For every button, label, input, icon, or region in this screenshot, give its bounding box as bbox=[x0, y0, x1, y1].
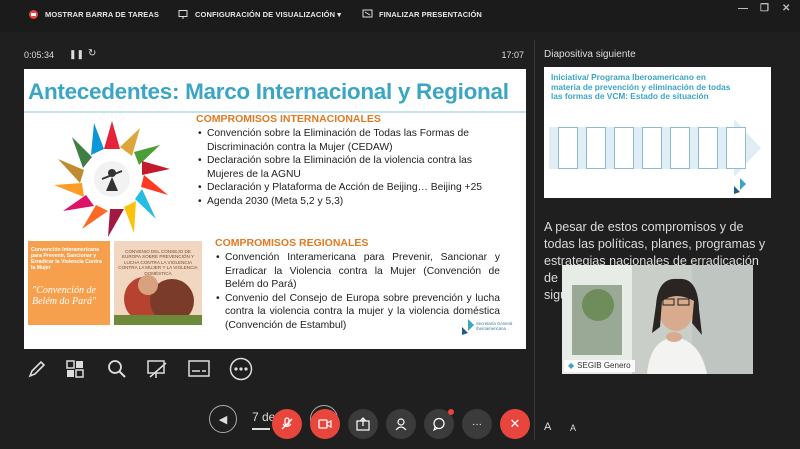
more-call-options-button[interactable]: ··· bbox=[462, 409, 492, 439]
increase-font-button[interactable]: A bbox=[544, 421, 551, 433]
end-slideshow-icon bbox=[362, 9, 373, 20]
pen-tool-icon[interactable] bbox=[24, 356, 50, 382]
reset-timer-icon[interactable]: ↻ bbox=[88, 48, 96, 59]
chat-bubble-icon bbox=[433, 417, 445, 431]
panel-divider bbox=[534, 40, 535, 440]
pointer-options-icon[interactable] bbox=[144, 356, 170, 382]
subtitles-icon[interactable] bbox=[186, 356, 212, 382]
participant-name-tag: ◆ SEGIB Genero bbox=[564, 360, 635, 372]
end-presentation-label: FINALIZAR PRESENTACIÓN bbox=[379, 10, 482, 19]
presenter-toolbar: MOSTRAR BARRA DE TAREAS CONFIGURACIÓN DE… bbox=[0, 0, 800, 32]
camera-off-icon bbox=[318, 419, 332, 429]
timeline-step bbox=[558, 127, 578, 169]
timeline-step bbox=[614, 127, 634, 169]
camera-button[interactable] bbox=[310, 409, 340, 439]
slide-counter-underline bbox=[252, 428, 270, 430]
timeline-step bbox=[726, 127, 746, 169]
show-taskbar-label: MOSTRAR BARRA DE TAREAS bbox=[45, 10, 159, 19]
elapsed-time: 0:05:34 bbox=[24, 50, 55, 60]
webcam-feed-image bbox=[562, 265, 753, 374]
current-slide[interactable]: Antecedentes: Marco Internacional y Regi… bbox=[24, 69, 526, 349]
share-screen-button[interactable] bbox=[348, 409, 378, 439]
list-item: Agenda 2030 (Meta 5,2 y 5,3) bbox=[198, 195, 498, 209]
monitor-settings-icon bbox=[178, 9, 189, 20]
timeline-step bbox=[698, 127, 718, 169]
display-settings-button[interactable]: CONFIGURACIÓN DE VISUALIZACIÓN ▾ bbox=[178, 9, 341, 20]
end-presentation-button[interactable]: FINALIZAR PRESENTACIÓN bbox=[362, 9, 482, 20]
next-slide-thumbnail[interactable]: Iniciativa/ Programa Iberoamericano en m… bbox=[544, 67, 771, 198]
intl-commitments-list: Convención sobre la Eliminación de Todas… bbox=[198, 127, 498, 208]
timeline-step bbox=[670, 127, 690, 169]
show-taskbar-button[interactable]: MOSTRAR BARRA DE TAREAS bbox=[28, 9, 159, 20]
slide-tools bbox=[24, 356, 284, 384]
unread-badge bbox=[448, 409, 454, 415]
istanbul-card-caption: CONVENIO DEL CONSEJO DE EUROPA SOBRE PRE… bbox=[118, 249, 198, 276]
triangle-left-icon: ◀ bbox=[218, 413, 228, 426]
slide-title: Antecedentes: Marco Internacional y Regi… bbox=[28, 79, 509, 104]
previous-slide-button[interactable]: ◀ bbox=[209, 405, 237, 433]
list-item: Convenio del Consejo de Europa sobre pre… bbox=[216, 292, 500, 333]
next-slide-label: Diapositiva siguiente bbox=[544, 49, 636, 60]
list-item: Declaración sobre la Eliminación de la v… bbox=[198, 154, 498, 181]
display-settings-label: CONFIGURACIÓN DE VISUALIZACIÓN ▾ bbox=[195, 10, 342, 19]
belem-card-title: "Convención de Belém do Pará" bbox=[32, 285, 97, 307]
list-item: Declaración y Plataforma de Acción de Be… bbox=[198, 181, 498, 195]
belem-card-caption: Convención Interamericana para Prevenir,… bbox=[31, 247, 102, 271]
microphone-off-icon bbox=[281, 417, 293, 430]
timeline-step bbox=[642, 127, 662, 169]
intl-heading: COMPROMISOS INTERNACIONALES bbox=[196, 113, 381, 125]
list-item: Convención sobre la Eliminación de Todas… bbox=[198, 127, 498, 154]
ellipsis-icon: ··· bbox=[472, 418, 482, 430]
share-icon bbox=[356, 417, 370, 431]
list-item: Convención Interamericana para Prevenir,… bbox=[216, 251, 500, 292]
person-icon bbox=[395, 418, 407, 431]
restore-icon[interactable]: ❐ bbox=[760, 3, 769, 14]
mute-microphone-button[interactable] bbox=[272, 409, 302, 439]
leave-call-button[interactable]: ✕ bbox=[500, 409, 530, 439]
decrease-font-button[interactable]: A bbox=[570, 423, 576, 433]
chat-button[interactable] bbox=[424, 409, 454, 439]
presenter-view: MOSTRAR BARRA DE TAREAS CONFIGURACIÓN DE… bbox=[0, 0, 800, 449]
zoom-icon[interactable] bbox=[104, 356, 130, 382]
segib-logo: Secretaría General Iberoamericana bbox=[462, 313, 520, 343]
participant-video[interactable]: ◆ SEGIB Genero bbox=[562, 265, 753, 374]
participant-name: SEGIB Genero bbox=[577, 361, 631, 370]
next-slide-title: Iniciativa/ Programa Iberoamericano en m… bbox=[551, 72, 731, 101]
belem-do-para-card: Convención Interamericana para Prevenir,… bbox=[28, 241, 110, 325]
segib-small-logo-icon bbox=[734, 178, 746, 194]
close-call-icon: ✕ bbox=[509, 416, 521, 431]
regional-commitments-list: Convención Interamericana para Prevenir,… bbox=[216, 251, 500, 332]
more-options-icon[interactable] bbox=[228, 356, 254, 382]
minimize-icon[interactable]: — bbox=[738, 3, 748, 14]
participants-button[interactable] bbox=[386, 409, 416, 439]
timeline-step bbox=[586, 127, 606, 169]
pause-timer-icon[interactable]: ❚❚ bbox=[69, 49, 84, 60]
segib-logo-text: Secretaría General Iberoamericana bbox=[476, 321, 513, 331]
all-slides-icon[interactable] bbox=[62, 356, 88, 382]
segib-tag-icon: ◆ bbox=[568, 361, 575, 370]
current-clock: 17:07 bbox=[501, 50, 524, 60]
timer-bar: 0:05:34 ❚❚ ↻ 17:07 bbox=[24, 48, 526, 64]
segib-logo-icon bbox=[462, 319, 474, 335]
close-icon[interactable]: ✕ bbox=[782, 3, 790, 14]
istanbul-photo-card: CONVENIO DEL CONSEJO DE EUROPA SOBRE PRE… bbox=[114, 241, 202, 325]
regional-heading: COMPROMISOS REGIONALES bbox=[215, 237, 369, 249]
taskbar-icon bbox=[28, 9, 39, 20]
sdg-wheel-icon bbox=[54, 121, 170, 237]
